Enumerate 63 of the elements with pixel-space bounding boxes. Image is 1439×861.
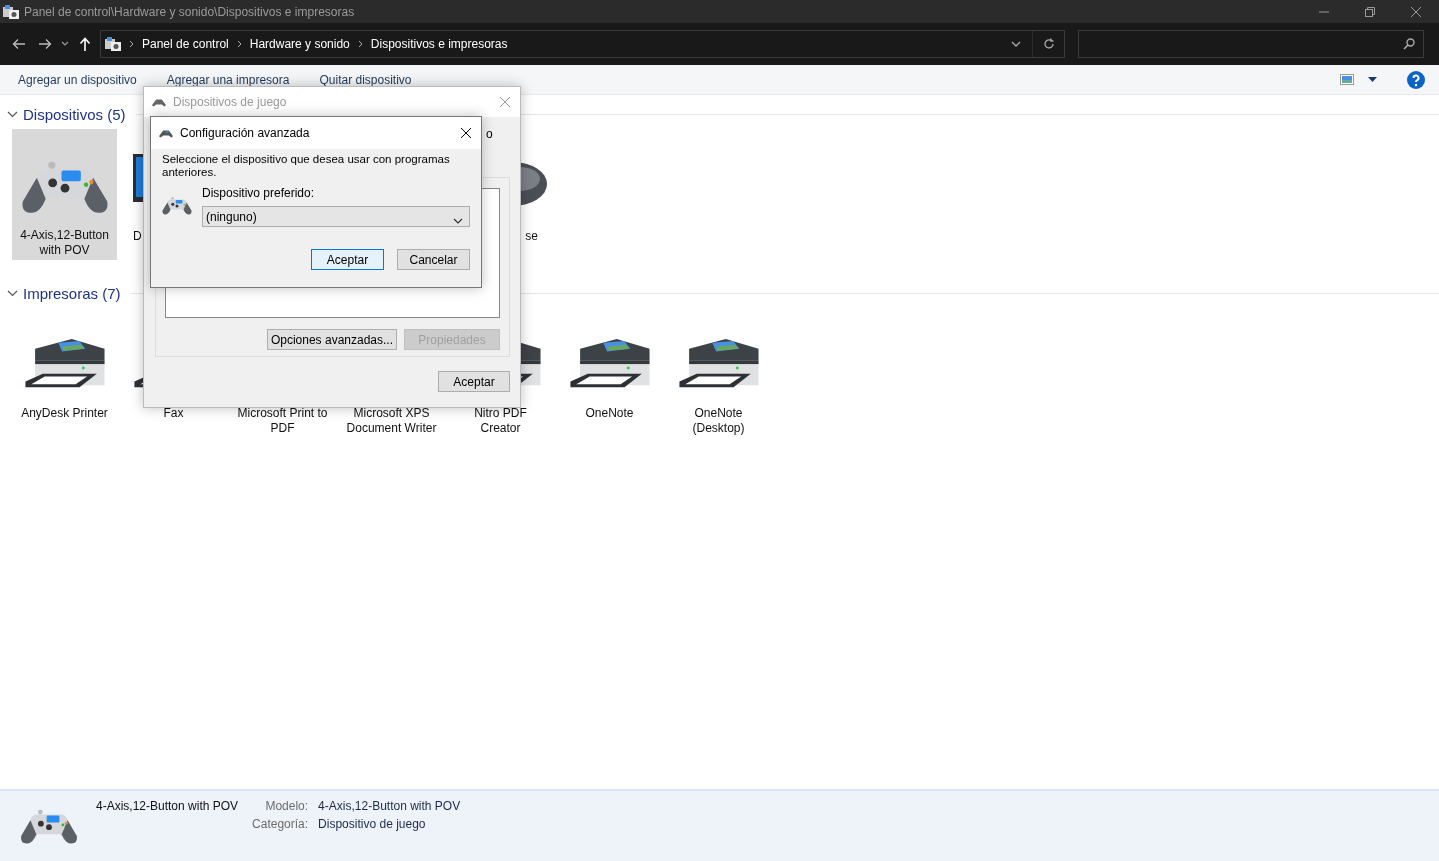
- dialog-message: Seleccione el dispositivo que desea usar con programas anteriores.: [162, 153, 451, 179]
- selected-device-tile[interactable]: 4-Axis,12-Button with POV: [12, 129, 117, 260]
- group-header[interactable]: Impresoras (7): [7, 284, 121, 302]
- preferred-device-dropdown[interactable]: (ninguno): [202, 206, 470, 227]
- chevron-icon: [357, 40, 363, 48]
- field-label: Modelo:: [264, 799, 309, 813]
- command-button[interactable]: Agregar una impresora: [166, 72, 290, 87]
- window-title: Panel de control\Hardware y sonido\Dispositivos e impresoras: [24, 4, 355, 19]
- device-label[interactable]: Nitro PDF Creator: [453, 406, 548, 436]
- gamepad-icon: [152, 97, 166, 107]
- device-label[interactable]: AnyDesk Printer: [17, 406, 112, 421]
- gamepad-icon: [162, 194, 192, 215]
- chevron-down-icon: [453, 217, 463, 224]
- dialog-button[interactable]: Aceptar: [311, 249, 384, 270]
- dialog-title: Dispositivos de juego: [173, 95, 287, 109]
- dialog-text: o: [486, 127, 493, 141]
- close-icon: [499, 96, 511, 108]
- close-icon: [460, 127, 472, 139]
- chevron-icon: [7, 289, 18, 297]
- up-arrow-icon: [79, 37, 91, 51]
- command-button[interactable]: Quitar dispositivo: [319, 72, 412, 87]
- chevron-down-icon: [1011, 41, 1021, 47]
- search-field[interactable]: [1078, 30, 1424, 58]
- group-header[interactable]: Dispositivos (5): [7, 105, 126, 123]
- device-label[interactable]: 4-Axis,12-Button with POV: [17, 228, 112, 258]
- breadcrumb[interactable]: Panel de control: [142, 37, 229, 51]
- forward-arrow-icon: [38, 38, 52, 50]
- device-label[interactable]: se: [525, 229, 538, 244]
- device-label[interactable]: OneNote: [562, 406, 657, 421]
- dialog-button[interactable]: Opciones avanzadas...: [266, 329, 397, 350]
- gamepad-icon: [159, 128, 173, 138]
- breadcrumb[interactable]: Hardware y sonido: [249, 37, 350, 51]
- help-icon: [1407, 70, 1425, 89]
- device-label[interactable]: OneNote (Desktop): [671, 406, 766, 436]
- refresh-icon: [1042, 38, 1055, 50]
- chevron-icon: [7, 110, 18, 118]
- dialog-title: Configuración avanzada: [180, 126, 310, 140]
- chevron-icon: [129, 40, 134, 48]
- chevron-down-icon: [61, 41, 69, 47]
- control-panel-icon: [105, 37, 121, 51]
- back-arrow-icon: [12, 38, 26, 50]
- field-value: Dispositivo de juego: [318, 817, 427, 831]
- dialog-button[interactable]: Cancelar: [397, 249, 470, 270]
- dialog-button[interactable]: Aceptar: [438, 371, 510, 392]
- field-label: Dispositivo preferido:: [202, 186, 316, 200]
- device-name: 4-Axis,12-Button with POV: [96, 799, 239, 813]
- address-bar[interactable]: Panel de control Hardware y sonido Dispositivos e impresoras: [100, 30, 1065, 58]
- field-label: Categoría:: [252, 817, 309, 831]
- restore-icon: [1364, 5, 1376, 18]
- field-value: 4-Axis,12-Button with POV: [318, 799, 461, 813]
- close-icon: [1410, 5, 1422, 18]
- device-label[interactable]: Fax: [126, 406, 221, 421]
- control-panel-icon: [3, 4, 19, 19]
- device-label[interactable]: Microsoft XPS Document Writer: [344, 406, 439, 436]
- help-button[interactable]: [1407, 69, 1425, 90]
- search-icon: [1403, 38, 1415, 50]
- breadcrumb[interactable]: Dispositivos e impresoras: [370, 37, 508, 51]
- device-label[interactable]: Microsoft Print to PDF: [235, 406, 330, 436]
- view-icon: [1340, 74, 1354, 85]
- caret-down-icon: [1368, 77, 1377, 82]
- chevron-icon: [236, 40, 242, 48]
- command-button[interactable]: Agregar un dispositivo: [18, 72, 137, 87]
- device-label[interactable]: D: [133, 229, 142, 244]
